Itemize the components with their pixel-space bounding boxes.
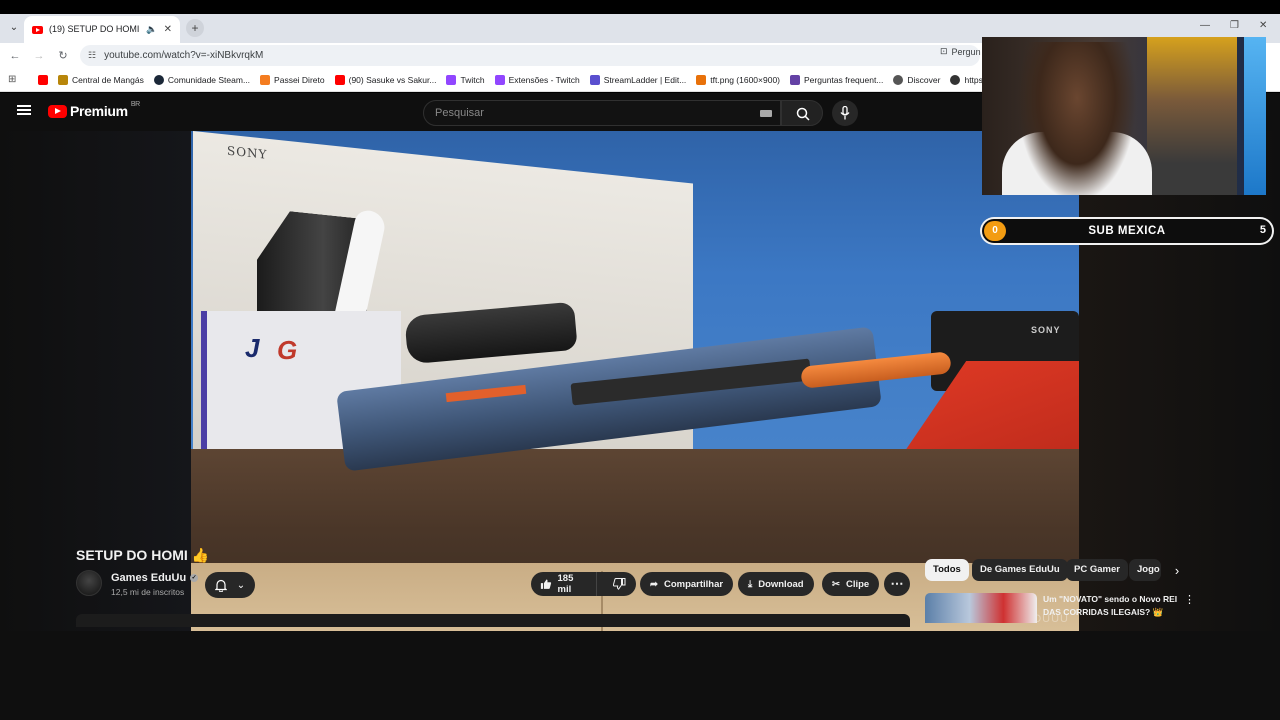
- more-actions-button[interactable]: ⋯: [884, 572, 910, 596]
- sub-goal-current: 0: [984, 221, 1006, 241]
- download-button[interactable]: ⤓ Download: [738, 572, 814, 596]
- box-logo-mark-2: G: [277, 335, 298, 365]
- sub-goal-track: 0 SUB MEXICA 5: [982, 219, 1272, 243]
- lens-icon: ⊡: [940, 46, 948, 56]
- streamladder-icon: [589, 74, 600, 85]
- tab-search-chevron-icon[interactable]: ⌄: [6, 20, 22, 36]
- back-button[interactable]: ←: [6, 47, 24, 65]
- twitch-icon: [790, 74, 801, 85]
- keyboard-icon[interactable]: [760, 110, 772, 117]
- browser-tab-active[interactable]: (19) SETUP DO HOMI 👍 - Y 🔈 ✕: [24, 16, 180, 43]
- voice-search-button[interactable]: [832, 100, 858, 126]
- channel-name[interactable]: Games EduUu ✓: [111, 572, 199, 584]
- address-bar[interactable]: ☷ youtube.com/watch?v=-xiNBkvrqkM: [80, 45, 980, 66]
- chip-pc-gamer[interactable]: PC Gamer: [1066, 559, 1128, 581]
- apps-grid-icon[interactable]: ⊞: [8, 74, 20, 86]
- youtube-favicon-icon: [32, 25, 43, 34]
- kebab-menu-icon[interactable]: ⋮: [1184, 593, 1195, 606]
- box-brand-text: SONY: [227, 143, 268, 162]
- screen-top-strip: [0, 0, 1280, 14]
- ambient-glow-right: [1079, 131, 1280, 631]
- subscriber-count: 12,5 mi de inscritos: [111, 587, 185, 597]
- verified-icon: ✓: [190, 574, 199, 582]
- search-icon: [796, 107, 810, 121]
- chip-games-eduuu[interactable]: De Games EduUu: [972, 559, 1068, 581]
- bookmark-twitch[interactable]: Twitch: [446, 74, 485, 85]
- bookmark-twitch-extensions[interactable]: Extensões - Twitch: [494, 74, 580, 85]
- minimize-icon[interactable]: —: [1200, 20, 1210, 31]
- forward-button[interactable]: →: [30, 47, 48, 65]
- scissors-icon: ✂: [832, 578, 840, 590]
- globe-icon: [950, 74, 961, 85]
- url-text: youtube.com/watch?v=-xiNBkvrqkM: [104, 50, 264, 61]
- bookmark-tft-png[interactable]: tft.png (1600×900): [696, 74, 780, 85]
- sub-goal-target: 5: [1259, 224, 1266, 236]
- bookmark-discover[interactable]: Discover: [893, 74, 940, 85]
- image-file-icon: [696, 74, 707, 85]
- chip-jogo[interactable]: Jogo: [1129, 559, 1161, 581]
- share-icon: ➦: [650, 578, 658, 590]
- bookmark-steam[interactable]: Comunidade Steam...: [153, 74, 250, 85]
- window-close-icon[interactable]: ✕: [1259, 20, 1267, 31]
- description-box-edge: [76, 614, 910, 627]
- new-tab-button[interactable]: +: [186, 19, 204, 37]
- youtube-bookmark-icon: [38, 74, 48, 85]
- channel-avatar[interactable]: [76, 570, 102, 596]
- webcam-light: [1244, 37, 1266, 195]
- compass-icon: [893, 74, 904, 85]
- twitch-icon: [494, 74, 505, 85]
- tab-title: (19) SETUP DO HOMI 👍 - Y: [49, 24, 140, 34]
- webcam-overlay: [982, 37, 1266, 195]
- bookmark-sasuke[interactable]: (90) Sasuke vs Sakur...: [334, 74, 436, 85]
- speaker-brand-text: SONY: [1031, 325, 1061, 335]
- close-tab-icon[interactable]: ✕: [164, 24, 172, 35]
- sub-goal-bar: 0 SUB MEXICA 5: [980, 217, 1274, 245]
- restore-icon[interactable]: ❐: [1230, 20, 1239, 31]
- like-button[interactable]: 185 mil: [531, 572, 597, 596]
- bell-icon: [214, 579, 227, 592]
- like-dislike-group: 185 mil: [531, 572, 636, 596]
- clip-button[interactable]: ✂ Clipe: [822, 572, 880, 596]
- site-info-icon[interactable]: ☷: [88, 50, 96, 61]
- thumbs-down-icon: [613, 578, 626, 590]
- steam-icon: [153, 74, 164, 85]
- download-icon: ⤓: [748, 578, 753, 590]
- youtube-play-icon: [48, 104, 67, 118]
- speaker-icon[interactable]: 🔈: [146, 24, 157, 35]
- like-count: 185 mil: [557, 573, 574, 595]
- reload-button[interactable]: ↻: [54, 47, 72, 65]
- recommendation-title[interactable]: Um "NOVATO" sendo o Novo REI DAS CORRIDA…: [1043, 593, 1181, 620]
- bookmark-youtube[interactable]: [38, 74, 48, 85]
- bookmark-passei-direto[interactable]: Passei Direto: [260, 74, 325, 85]
- twitch-icon: [446, 74, 457, 85]
- youtube-premium-logo[interactable]: Premium BR: [48, 101, 140, 119]
- search-button[interactable]: [781, 100, 823, 126]
- notifications-button[interactable]: ⌄: [205, 572, 255, 598]
- recommendation-thumbnail[interactable]: [925, 593, 1037, 623]
- video-player[interactable]: SONY J G SONY GAMES EDUUU: [191, 131, 1079, 631]
- passei-direto-icon: [260, 74, 271, 85]
- manga-icon: [58, 74, 68, 85]
- webcam-poster: [1147, 37, 1237, 195]
- chip-todos[interactable]: Todos: [925, 559, 969, 581]
- youtube-bookmark-icon: [334, 74, 345, 85]
- search-input[interactable]: Pesquisar: [423, 100, 781, 126]
- bookmark-streamladder[interactable]: StreamLadder | Edit...: [589, 74, 686, 85]
- sub-goal-label: SUB MEXICA: [1088, 225, 1166, 237]
- bookmark-central-mangas[interactable]: Central de Mangás: [58, 74, 144, 85]
- streamer: [1017, 42, 1137, 195]
- thumbs-up-icon: [540, 579, 552, 589]
- menu-icon[interactable]: [17, 105, 31, 115]
- share-button[interactable]: ➦ Compartilhar: [640, 572, 734, 596]
- video-title: SETUP DO HOMI 👍: [76, 547, 210, 563]
- omnibox-extension[interactable]: ⊡ Pergun: [940, 46, 981, 57]
- bookmark-perguntas[interactable]: Perguntas frequent...: [790, 74, 883, 85]
- chevron-right-icon[interactable]: ›: [1168, 562, 1186, 580]
- microphone-icon: [840, 106, 850, 120]
- box-logo-mark: J: [245, 333, 260, 363]
- chevron-down-icon: ⌄: [236, 579, 246, 591]
- dislike-button[interactable]: [603, 578, 636, 590]
